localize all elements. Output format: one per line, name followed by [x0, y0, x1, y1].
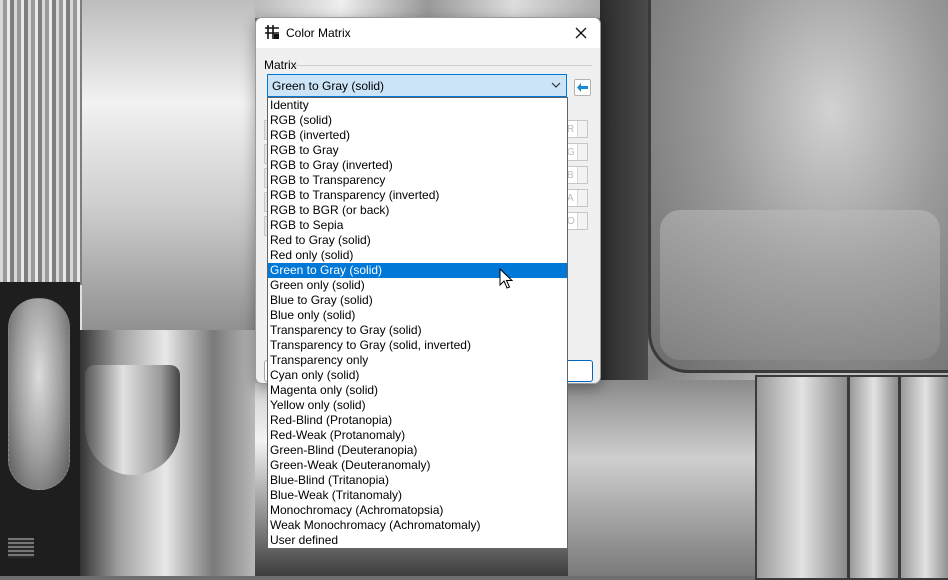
background-gear-shape — [8, 538, 34, 558]
background-shoe-sole — [8, 298, 70, 490]
list-item[interactable]: Green-Blind (Deuteranopia) — [268, 443, 567, 458]
background-top-strip — [255, 0, 600, 18]
list-item[interactable]: RGB to Gray (inverted) — [268, 158, 567, 173]
list-item[interactable]: Magenta only (solid) — [268, 383, 567, 398]
list-item[interactable]: Red to Gray (solid) — [268, 233, 567, 248]
list-item[interactable]: Yellow only (solid) — [268, 398, 567, 413]
list-item[interactable]: RGB to BGR (or back) — [268, 203, 567, 218]
list-item[interactable]: Monochromacy (Achromatopsia) — [268, 503, 567, 518]
list-item[interactable]: RGB to Transparency — [268, 173, 567, 188]
list-item[interactable]: Red only (solid) — [268, 248, 567, 263]
list-item[interactable]: RGB to Transparency (inverted) — [268, 188, 567, 203]
list-item[interactable]: RGB to Sepia — [268, 218, 567, 233]
matrix-group-label: Matrix — [264, 58, 297, 72]
list-item[interactable]: Green to Gray (solid) — [268, 263, 567, 278]
grid-icon — [265, 25, 279, 39]
background-fabric-inner — [660, 210, 940, 360]
background-texture-strip — [0, 0, 82, 285]
matrix-combobox[interactable]: Green to Gray (solid) — [267, 74, 567, 97]
list-item[interactable]: Transparency only — [268, 353, 567, 368]
group-divider — [294, 65, 592, 66]
list-item[interactable]: Identity — [268, 98, 567, 113]
matrix-dropdown-list[interactable]: Identity RGB (solid) RGB (inverted) RGB to … — [267, 97, 568, 549]
background-texture-panel — [82, 0, 255, 340]
background-panel-2 — [848, 375, 900, 580]
list-item[interactable]: RGB (solid) — [268, 113, 567, 128]
list-item[interactable]: Transparency to Gray (solid) — [268, 323, 567, 338]
list-item[interactable]: Blue only (solid) — [268, 308, 567, 323]
list-item[interactable]: Blue-Blind (Tritanopia) — [268, 473, 567, 488]
mouse-cursor-icon — [499, 268, 514, 289]
dialog-title: Color Matrix — [286, 26, 351, 40]
list-item[interactable]: Green only (solid) — [268, 278, 567, 293]
list-item[interactable]: Red-Weak (Protanomaly) — [268, 428, 567, 443]
background-panel-3 — [899, 375, 948, 580]
list-item[interactable]: RGB to Gray — [268, 143, 567, 158]
matrix-combobox-value: Green to Gray (solid) — [272, 79, 385, 93]
close-icon — [575, 27, 587, 39]
apply-arrow-button[interactable] — [574, 79, 591, 96]
list-item[interactable]: Transparency to Gray (solid, inverted) — [268, 338, 567, 353]
list-item[interactable]: User defined — [268, 533, 567, 548]
close-button[interactable] — [568, 21, 594, 45]
list-item[interactable]: Red-Blind (Protanopia) — [268, 413, 567, 428]
chevron-down-icon — [551, 82, 561, 88]
background-panel-1 — [755, 375, 849, 580]
list-item[interactable]: RGB (inverted) — [268, 128, 567, 143]
list-item[interactable]: Green-Weak (Deuteranomaly) — [268, 458, 567, 473]
list-item[interactable]: Cyan only (solid) — [268, 368, 567, 383]
ok-button-fragment[interactable] — [568, 360, 593, 382]
background-cup-shape — [85, 365, 180, 475]
list-item[interactable]: Blue to Gray (solid) — [268, 293, 567, 308]
list-item[interactable]: Weak Monochromacy (Achromatomaly) — [268, 518, 567, 533]
list-item[interactable]: Blue-Weak (Tritanomaly) — [268, 488, 567, 503]
arrow-left-icon — [577, 83, 588, 92]
title-bar[interactable]: Color Matrix — [256, 18, 600, 48]
